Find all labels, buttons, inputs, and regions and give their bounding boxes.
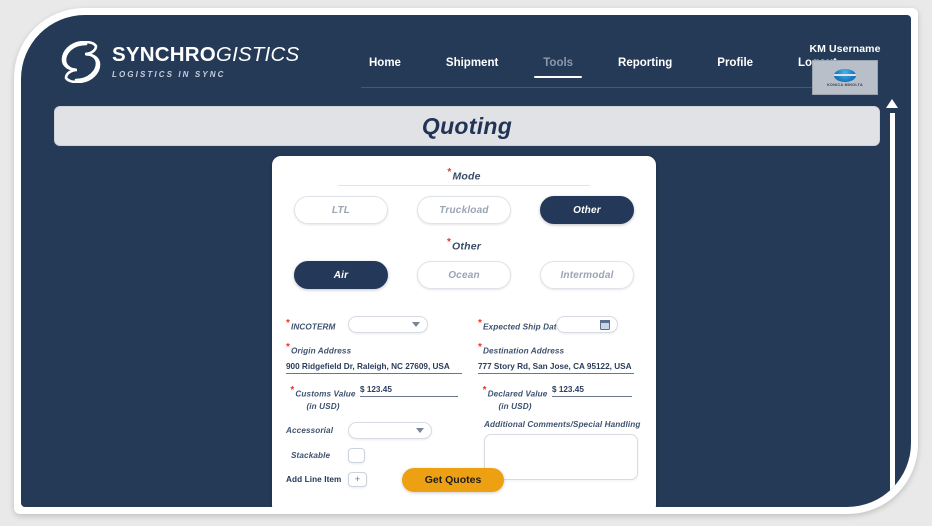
nav-item-tools[interactable]: Tools bbox=[534, 57, 582, 78]
main-navigation: Home Shipment Tools Reporting Profile Lo… bbox=[369, 57, 837, 78]
chevron-down-icon bbox=[416, 427, 424, 433]
destination-address-label: *Destination Address bbox=[478, 342, 646, 356]
required-asterisk: * bbox=[447, 167, 452, 178]
triangle-up-icon[interactable] bbox=[886, 99, 898, 108]
comments-label: Additional Comments/Special Handling bbox=[484, 419, 641, 429]
add-line-item-label: Add Line Item bbox=[286, 474, 342, 484]
mode-divider bbox=[338, 185, 590, 186]
quoting-form-card: *Mode LTL Truckload Other *Other Air Oce… bbox=[272, 156, 656, 507]
other-label-text: Other bbox=[452, 240, 482, 253]
stackable-field: Stackable bbox=[286, 447, 470, 463]
mode-options: LTL Truckload Other bbox=[294, 196, 634, 224]
page-title-bar: Quoting bbox=[54, 106, 880, 146]
incoterm-label: *INCOTERM bbox=[286, 318, 348, 332]
get-quotes-button[interactable]: Get Quotes bbox=[402, 468, 504, 492]
site-header: SYNCHROGISTICS LOGISTICS IN SYNC Home Sh… bbox=[21, 15, 911, 95]
expected-ship-date-input[interactable] bbox=[556, 316, 618, 333]
comments-textarea[interactable] bbox=[484, 433, 638, 480]
incoterm-select[interactable] bbox=[348, 316, 428, 333]
stackable-label: Stackable bbox=[291, 450, 331, 460]
declared-value-label: *Declared Value (in USD) bbox=[478, 384, 552, 411]
chevron-down-icon bbox=[412, 322, 420, 327]
form-right-column: *Expected Ship Date *Destination Address… bbox=[478, 316, 646, 480]
customs-value-label-line1: Customs Value bbox=[295, 389, 356, 399]
expected-ship-date-field: *Expected Ship Date bbox=[478, 316, 646, 333]
mode-section-label: *Mode bbox=[272, 167, 656, 183]
origin-address-input[interactable]: 900 Ridgefield Dr, Raleigh, NC 27609, US… bbox=[286, 362, 462, 374]
customs-value-label: *Customs Value (in USD) bbox=[286, 384, 360, 411]
mode-label-text: Mode bbox=[452, 170, 481, 183]
nav-item-home[interactable]: Home bbox=[369, 57, 401, 78]
incoterm-label-text: INCOTERM bbox=[291, 322, 336, 332]
nav-item-profile[interactable]: Profile bbox=[717, 57, 753, 78]
declared-value-input[interactable]: $ 123.45 bbox=[552, 385, 632, 397]
brand-logo[interactable]: SYNCHROGISTICS LOGISTICS IN SYNC bbox=[61, 41, 299, 83]
origin-address-label-text: Origin Address bbox=[291, 346, 352, 356]
app-panel: SYNCHROGISTICS LOGISTICS IN SYNC Home Sh… bbox=[21, 15, 911, 507]
brand-name: SYNCHROGISTICS bbox=[112, 45, 299, 66]
accessorial-select[interactable] bbox=[348, 421, 432, 439]
origin-address-label: *Origin Address bbox=[286, 342, 470, 356]
customs-value-field: *Customs Value (in USD) $ 123.45 bbox=[286, 384, 470, 411]
konica-minolta-logo-icon: KONICA MINOLTA bbox=[812, 60, 878, 95]
required-asterisk: * bbox=[286, 342, 290, 353]
brand-name-strong: SYNCHRO bbox=[112, 43, 216, 67]
vertical-scrollbar[interactable] bbox=[885, 99, 899, 497]
required-asterisk: * bbox=[286, 317, 290, 329]
destination-address-input[interactable]: 777 Story Rd, San Jose, CA 95122, USA bbox=[478, 362, 634, 374]
mode-option-ltl[interactable]: LTL bbox=[294, 196, 388, 224]
nav-divider bbox=[361, 87, 845, 88]
incoterm-field: *INCOTERM bbox=[286, 316, 470, 333]
declared-value-field: *Declared Value (in USD) $ 123.45 bbox=[478, 384, 646, 411]
other-option-air[interactable]: Air bbox=[294, 261, 388, 289]
origin-address-field: *Origin Address 900 Ridgefield Dr, Ralei… bbox=[286, 342, 470, 374]
nav-item-reporting[interactable]: Reporting bbox=[618, 57, 672, 78]
add-line-item-button[interactable]: + bbox=[348, 471, 367, 487]
stackable-checkbox[interactable] bbox=[348, 447, 365, 463]
other-option-ocean[interactable]: Ocean bbox=[417, 261, 511, 289]
customs-value-input[interactable]: $ 123.45 bbox=[360, 385, 458, 397]
expected-ship-date-label: *Expected Ship Date bbox=[478, 317, 561, 332]
declared-value-label-line1: Declared Value bbox=[487, 389, 548, 399]
mode-option-truckload[interactable]: Truckload bbox=[417, 196, 511, 224]
required-asterisk: * bbox=[478, 317, 482, 329]
other-section-label: *Other bbox=[272, 237, 656, 253]
required-asterisk: * bbox=[478, 342, 482, 353]
customs-value-label-line2: (in USD) bbox=[306, 401, 340, 411]
destination-address-label-text: Destination Address bbox=[483, 346, 565, 356]
accessorial-field: Accessorial bbox=[286, 421, 470, 439]
expected-ship-date-label-text: Expected Ship Date bbox=[483, 322, 562, 332]
other-option-intermodal[interactable]: Intermodal bbox=[540, 261, 634, 289]
user-area[interactable]: KM Username KONICA MINOLTA bbox=[805, 43, 885, 95]
destination-address-field: *Destination Address 777 Story Rd, San J… bbox=[478, 342, 646, 374]
page-title: Quoting bbox=[421, 112, 513, 139]
synchrogistics-s-logo-icon bbox=[61, 41, 101, 83]
km-logo-text: KONICA MINOLTA bbox=[827, 82, 863, 87]
accessorial-label: Accessorial bbox=[286, 425, 334, 435]
nav-item-shipment[interactable]: Shipment bbox=[446, 57, 498, 78]
calendar-icon bbox=[600, 319, 610, 330]
comments-field: Additional Comments/Special Handling bbox=[478, 420, 646, 480]
required-asterisk: * bbox=[446, 237, 452, 248]
mode-option-other[interactable]: Other bbox=[540, 196, 634, 224]
user-name-label: KM Username bbox=[809, 43, 881, 55]
other-options: Air Ocean Intermodal bbox=[294, 261, 634, 289]
km-globe-icon bbox=[834, 68, 856, 82]
declared-value-label-line2: (in USD) bbox=[498, 401, 532, 411]
scrollbar-track[interactable] bbox=[889, 113, 895, 497]
brand-tagline: LOGISTICS IN SYNC bbox=[112, 69, 226, 79]
app-frame: SYNCHROGISTICS LOGISTICS IN SYNC Home Sh… bbox=[14, 8, 918, 514]
required-asterisk: * bbox=[482, 385, 487, 396]
brand-name-light: GISTICS bbox=[215, 43, 300, 67]
required-asterisk: * bbox=[290, 385, 295, 396]
form-left-column: *INCOTERM *Origin Address 900 Ridgefield… bbox=[286, 316, 470, 487]
